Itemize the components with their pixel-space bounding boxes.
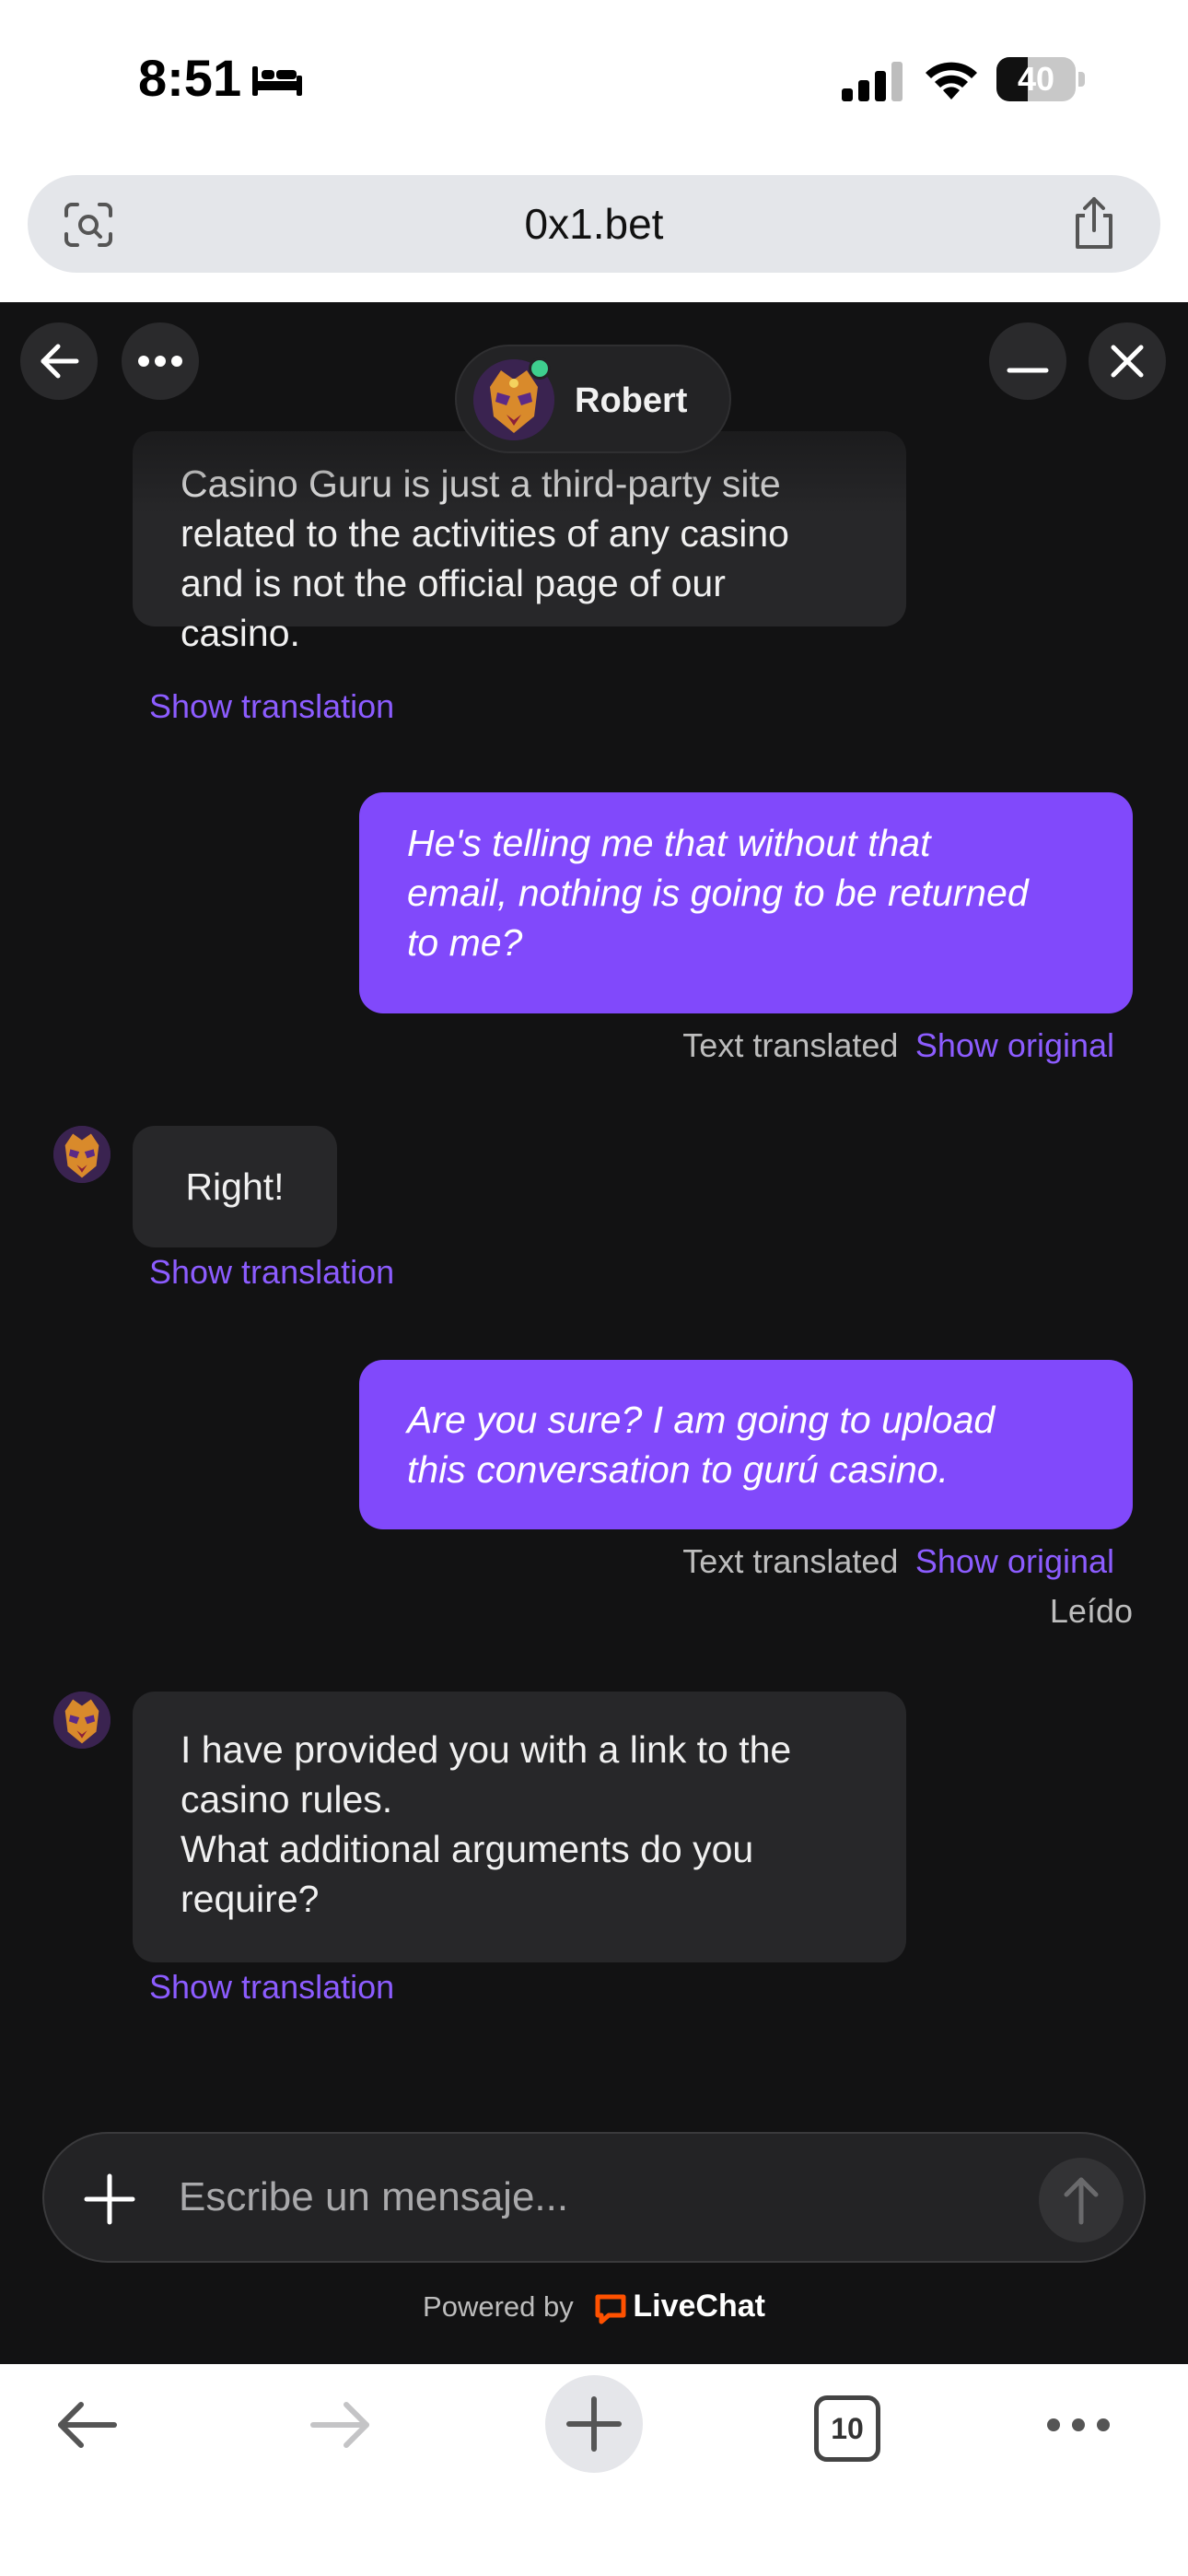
- back-arrow-icon: [41, 344, 79, 379]
- message-line: I have provided you with a link to the: [181, 1728, 792, 1771]
- close-icon: [1111, 345, 1144, 378]
- show-translation-link[interactable]: Show translation: [149, 687, 394, 726]
- message-line: Right!: [185, 1165, 285, 1208]
- more-dots-icon: [138, 356, 182, 367]
- agent-message: Right!: [133, 1126, 337, 1247]
- send-arrow-icon: [1064, 2177, 1099, 2225]
- close-button[interactable]: [1089, 322, 1166, 400]
- message-line: What additional arguments do you: [181, 1828, 754, 1870]
- translation-meta: Text translated Show original: [682, 1542, 1114, 1581]
- agent-message: Casino Guru is just a third-party site r…: [133, 431, 906, 654]
- message-line: Casino Guru is just a third-party site: [181, 463, 781, 505]
- new-tab-icon: [566, 2396, 622, 2452]
- url-bar[interactable]: 0x1.bet: [28, 175, 1160, 273]
- message-line: email, nothing is going to be returned: [407, 872, 1029, 914]
- translation-meta: Text translated Show original: [682, 1026, 1114, 1065]
- battery-level: 40: [1017, 60, 1055, 98]
- tabs-icon[interactable]: 10: [814, 2395, 880, 2462]
- plus-icon[interactable]: [83, 2172, 136, 2226]
- online-status-dot: [529, 357, 551, 380]
- message-line: related to the activities of any casino: [181, 512, 789, 555]
- tiger-mask-icon: [53, 1126, 111, 1183]
- back-button[interactable]: [20, 322, 98, 400]
- bed-icon: [252, 66, 302, 96]
- message-line: casino.: [181, 612, 300, 654]
- more-icon[interactable]: [1046, 2418, 1111, 2432]
- agent-name: Robert: [575, 381, 688, 420]
- agent-message-avatar: [53, 1126, 111, 1183]
- user-message: Are you sure? I am going to upload this …: [359, 1360, 1133, 1529]
- message-composer: [42, 2132, 1146, 2263]
- chat-widget: Casino Guru is just a third-party site r…: [0, 302, 1188, 2364]
- show-translation-link[interactable]: Show translation: [149, 1253, 394, 1292]
- text-translated-label: Text translated: [682, 1026, 899, 1064]
- text-translated-label: Text translated: [682, 1542, 899, 1580]
- show-original-link[interactable]: Show original: [915, 1542, 1114, 1580]
- send-button[interactable]: [1039, 2158, 1124, 2242]
- message-line: casino rules.: [181, 1778, 393, 1821]
- message-line: and is not the official page of our: [181, 562, 726, 604]
- browser-toolbar: 10: [0, 2364, 1188, 2576]
- message-input[interactable]: [179, 2134, 1044, 2261]
- agent-message-avatar: [53, 1692, 111, 1749]
- agent-message: I have provided you with a link to the c…: [133, 1692, 906, 1962]
- new-tab-button[interactable]: [545, 2375, 643, 2473]
- status-time: 8:51: [138, 49, 242, 107]
- minimize-button[interactable]: [989, 322, 1066, 400]
- back-icon[interactable]: [53, 2397, 120, 2453]
- url-text[interactable]: 0x1.bet: [28, 175, 1160, 273]
- battery-icon: 40: [996, 57, 1085, 101]
- message-line: He's telling me that without that: [407, 822, 931, 864]
- show-translation-link[interactable]: Show translation: [149, 1968, 394, 2007]
- share-icon[interactable]: [1070, 195, 1118, 251]
- message-line: this conversation to gurú casino.: [407, 1448, 949, 1491]
- status-bar: 8:51 40: [0, 0, 1188, 166]
- wifi-icon: [926, 62, 977, 100]
- message-line: to me?: [407, 921, 523, 964]
- read-receipt: Leído: [1049, 1592, 1133, 1630]
- user-message: He's telling me that without that email,…: [359, 792, 1133, 1013]
- forward-icon[interactable]: [308, 2397, 374, 2453]
- minimize-icon: [1007, 368, 1049, 373]
- agent-pill[interactable]: Robert: [455, 345, 731, 453]
- tiger-mask-icon: [53, 1692, 111, 1749]
- more-options-button[interactable]: [122, 322, 199, 400]
- message-line: require?: [181, 1878, 320, 1920]
- show-original-link[interactable]: Show original: [915, 1026, 1114, 1064]
- signal-icon: [842, 62, 903, 101]
- message-line: Are you sure? I am going to upload: [407, 1399, 996, 1441]
